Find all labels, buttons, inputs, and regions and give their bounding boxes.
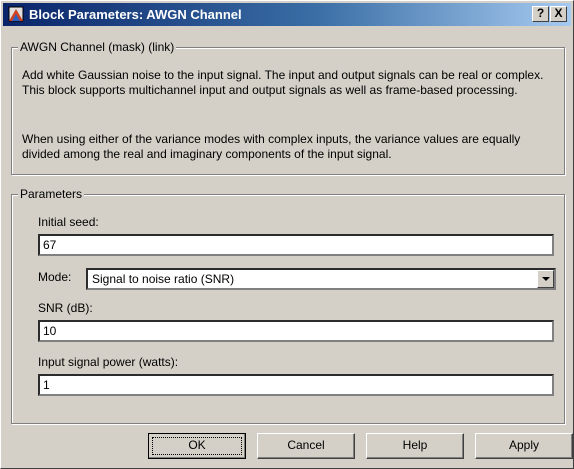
ok-button[interactable]: OK <box>148 433 246 459</box>
description-text-1: Add white Gaussian noise to the input si… <box>22 68 544 97</box>
chevron-down-icon[interactable] <box>537 270 554 288</box>
mode-select-value: Signal to noise ratio (SNR) <box>92 272 235 286</box>
description-group: AWGN Channel (mask) (link) Add white Gau… <box>11 40 565 175</box>
dialog-window: Block Parameters: AWGN Channel ? X AWGN … <box>0 0 574 469</box>
initial-seed-label: Initial seed: <box>38 215 99 229</box>
snr-label: SNR (dB): <box>38 301 93 315</box>
parameters-group-title: Parameters <box>18 187 85 201</box>
help-button[interactable]: Help <box>366 433 464 459</box>
input-power-label: Input signal power (watts): <box>38 355 179 369</box>
close-title-button[interactable]: X <box>550 6 567 22</box>
cancel-button-label: Cancel <box>287 438 325 452</box>
snr-input[interactable]: 10 <box>38 320 554 342</box>
input-power-input[interactable]: 1 <box>38 374 554 396</box>
simulink-block-icon <box>8 6 24 22</box>
help-title-button[interactable]: ? <box>532 6 549 22</box>
description-group-title: AWGN Channel (mask) (link) <box>18 40 177 54</box>
cancel-button[interactable]: Cancel <box>257 433 355 459</box>
parameters-group: Parameters Initial seed: 67 Mode: Signal… <box>11 187 565 424</box>
mode-select[interactable]: Signal to noise ratio (SNR) <box>86 268 556 290</box>
apply-button-label: Apply <box>508 438 540 452</box>
mode-label: Mode: <box>38 270 72 284</box>
title-bar[interactable]: Block Parameters: AWGN Channel ? X <box>3 3 571 26</box>
ok-button-label: OK <box>188 438 206 452</box>
window-title: Block Parameters: AWGN Channel <box>29 7 242 22</box>
apply-button[interactable]: Apply <box>475 433 573 459</box>
help-button-label: Help <box>402 438 428 452</box>
initial-seed-input[interactable]: 67 <box>38 234 554 256</box>
description-text-2: When using either of the variance modes … <box>22 132 521 161</box>
